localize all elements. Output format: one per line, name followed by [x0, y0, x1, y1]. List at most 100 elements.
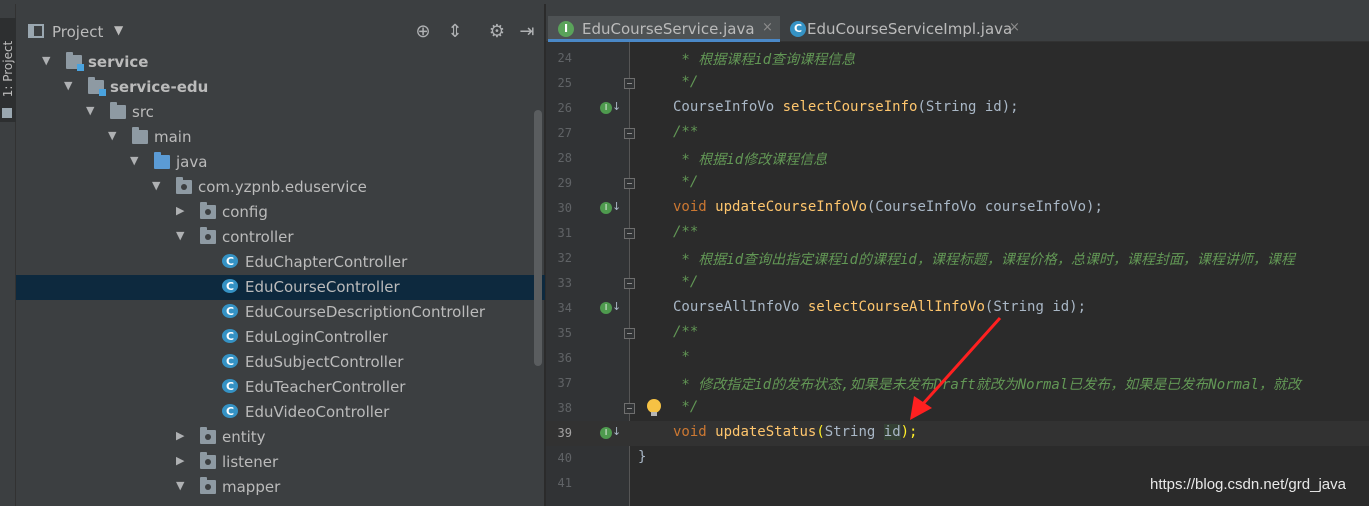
line-number: 25 [557, 76, 572, 90]
tree-item-class[interactable]: C EduChapterController [16, 250, 545, 275]
project-panel: Project ▼ ⊕ ⇕ ⚙ ⇥ ▼ service ▼ service-ed… [16, 4, 545, 506]
tree-item-service-edu[interactable]: ▼ service-edu [16, 75, 545, 100]
line-number: 26 [557, 101, 572, 115]
code-line: 35 /** [546, 321, 1369, 346]
tree-item-mapper[interactable]: ▼ mapper [16, 475, 545, 500]
chevron-right-icon[interactable]: ▶ [176, 204, 188, 217]
chevron-down-icon[interactable]: ▼ [176, 479, 188, 492]
tree-item-java[interactable]: ▼ java [16, 150, 545, 175]
project-view-icon [28, 24, 44, 38]
chevron-down-icon[interactable]: ▼ [130, 154, 142, 167]
tree-item-label: EduChapterController [245, 253, 408, 271]
tree-item-class[interactable]: C EduLoginController [16, 325, 545, 350]
tree-item-class-selected[interactable]: C EduCourseController [16, 275, 545, 300]
tree-item-label: com.yzpnb.eduservice [198, 178, 367, 196]
lightbulb-icon[interactable] [647, 399, 661, 416]
chevron-right-icon[interactable]: ▶ [176, 454, 188, 467]
code-line: 31 /** [546, 221, 1369, 246]
package-icon [200, 452, 216, 469]
fold-icon[interactable] [624, 78, 635, 89]
code-editor[interactable]: 24 * 根据课程id查询课程信息 25 */ 26 I ↓ CourseInfo… [546, 42, 1369, 506]
code-text: */ [673, 74, 699, 90]
close-icon[interactable]: × [1009, 20, 1020, 35]
tree-item-service[interactable]: ▼ service [16, 50, 545, 75]
chevron-down-icon[interactable]: ▼ [64, 79, 76, 92]
code-type: CourseAllInfoVo [673, 299, 800, 315]
code-line: 40 } [546, 446, 1369, 471]
locate-icon[interactable]: ⊕ [412, 21, 434, 42]
project-view-selector[interactable]: Project [52, 23, 103, 41]
line-number: 41 [557, 476, 572, 490]
tree-scrollbar[interactable] [534, 110, 542, 366]
line-number: 37 [557, 376, 572, 390]
hide-icon[interactable]: ⇥ [516, 21, 538, 42]
code-text: * 修改指定id的发布状态,如果是未发布Draft就改为Normal已发布，如果… [673, 377, 1301, 393]
chevron-down-icon[interactable]: ▼ [152, 179, 164, 192]
fold-icon[interactable] [624, 278, 635, 289]
tree-item-main[interactable]: ▼ main [16, 125, 545, 150]
chevron-down-icon[interactable]: ▼ [114, 23, 123, 37]
editor-tabs: I EduCourseService.java × C EduCourseSer… [546, 4, 1369, 42]
tree-item-entity[interactable]: ▶ entity [16, 425, 545, 450]
implemented-icon[interactable]: I [600, 102, 612, 114]
code-text: /** [673, 124, 699, 140]
tree-item-src[interactable]: ▼ src [16, 100, 545, 125]
fold-icon[interactable] [624, 178, 635, 189]
tree-item-package[interactable]: ▼ com.yzpnb.eduservice [16, 175, 545, 200]
tree-item-class[interactable]: C EduSubjectController [16, 350, 545, 375]
class-icon: C [222, 304, 238, 318]
collapse-all-icon[interactable]: ⇕ [444, 21, 466, 42]
tree-item-label: listener [222, 453, 279, 471]
tree-item-config[interactable]: ▶ config [16, 200, 545, 225]
tree-item-class[interactable]: C EduVideoController [16, 400, 545, 425]
line-number: 35 [557, 326, 572, 340]
fold-icon[interactable] [624, 228, 635, 239]
implemented-icon[interactable]: I [600, 302, 612, 314]
code-line: 25 */ [546, 71, 1369, 96]
chevron-down-icon[interactable]: ▼ [176, 229, 188, 242]
code-line: 32 * 根据id查询出指定课程id的课程id，课程标题，课程价格，总课时，课程… [546, 246, 1369, 271]
code-line: 30 I ↓ void updateCourseInfoVo(CourseInfo… [546, 196, 1369, 221]
chevron-right-icon[interactable]: ▶ [176, 429, 188, 442]
tree-item-label: EduCourseController [245, 278, 400, 296]
code-line: 36 * [546, 346, 1369, 371]
tree-item-label: service-edu [110, 78, 209, 96]
code-line: 28 * 根据id修改课程信息 [546, 146, 1369, 171]
code-keyword: void [673, 199, 707, 215]
code-line: 37 * 修改指定id的发布状态,如果是未发布Draft就改为Normal已发布… [546, 371, 1369, 396]
tab-label: EduCourseService.java [582, 20, 755, 38]
implemented-icon[interactable]: I [600, 427, 612, 439]
code-bracket: ); [900, 424, 918, 440]
code-line: 29 */ [546, 171, 1369, 196]
implemented-icon[interactable]: I [600, 202, 612, 214]
line-number: 33 [557, 276, 572, 290]
package-icon [200, 202, 216, 219]
chevron-down-icon[interactable]: ▼ [86, 104, 98, 117]
tree-item-label: EduVideoController [245, 403, 390, 421]
tree-item-label: EduSubjectController [245, 353, 404, 371]
gear-icon[interactable]: ⚙ [486, 21, 508, 42]
fold-icon[interactable] [624, 403, 635, 414]
chevron-down-icon[interactable]: ▼ [108, 129, 120, 142]
fold-icon[interactable] [624, 328, 635, 339]
tree-item-listener[interactable]: ▶ listener [16, 450, 545, 475]
tree-item-label: config [222, 203, 268, 221]
project-tool-tab[interactable]: 1: Project [0, 18, 16, 122]
tab-educourseserviceimpl[interactable]: C EduCourseServiceImpl.java × [780, 16, 1030, 42]
code-params: (String id); [984, 299, 1087, 315]
project-panel-header: Project ▼ ⊕ ⇕ ⚙ ⇥ [16, 18, 545, 48]
tree-item-controller[interactable]: ▼ controller [16, 225, 545, 250]
code-keyword: void [673, 424, 707, 440]
tree-item-class[interactable]: C EduTeacherController [16, 375, 545, 400]
close-icon[interactable]: × [762, 20, 773, 35]
tree-item-class[interactable]: C EduCourseDescriptionController [16, 300, 545, 325]
package-icon [200, 427, 216, 444]
code-text: /** [673, 224, 699, 240]
chevron-down-icon[interactable]: ▼ [42, 54, 54, 67]
fold-icon[interactable] [624, 128, 635, 139]
tool-window-stripe: 1: Project [0, 4, 16, 506]
code-text: * 根据id修改课程信息 [673, 152, 828, 168]
tree-item-label: mapper [222, 478, 281, 496]
arrow-down-icon: ↓ [612, 425, 622, 438]
tab-educourseservice[interactable]: I EduCourseService.java × [548, 16, 780, 42]
